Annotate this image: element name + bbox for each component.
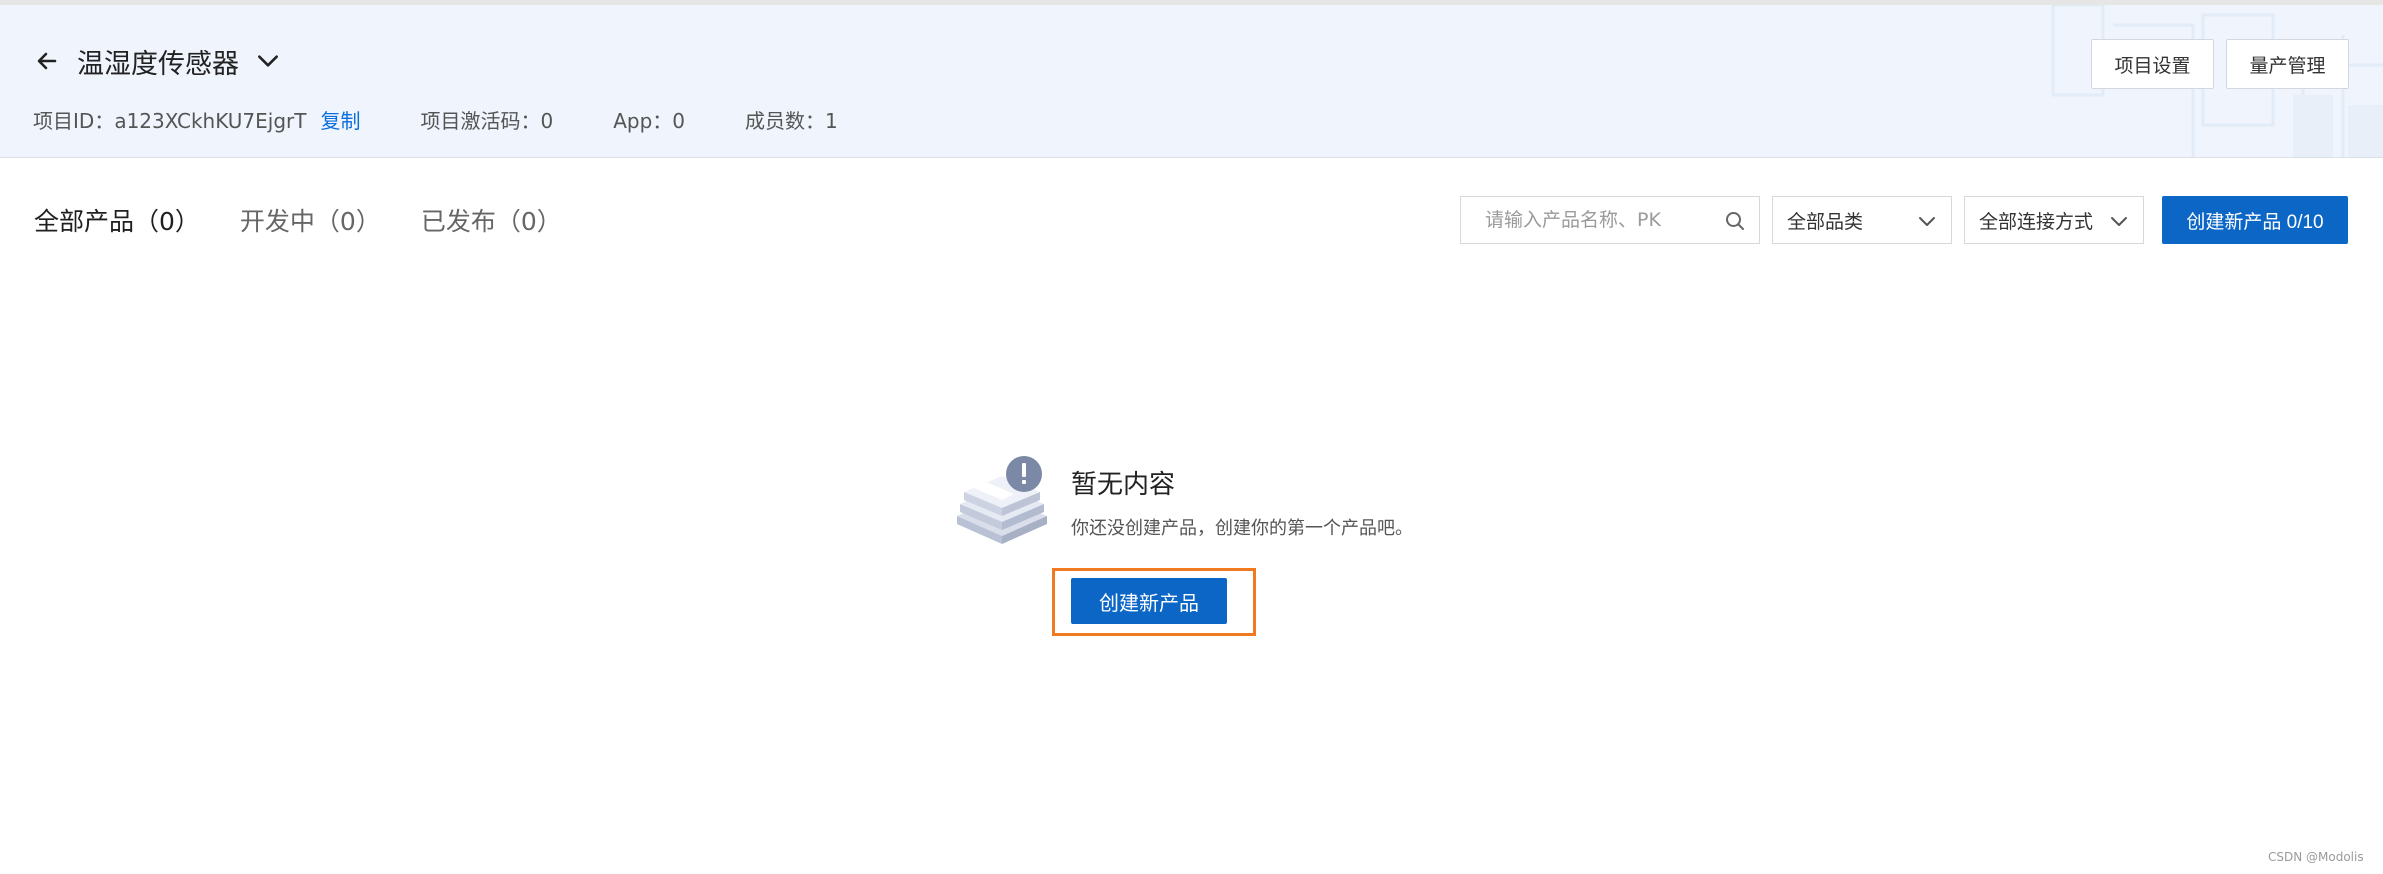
project-id-label: 项目ID： — [33, 108, 115, 133]
search-icon[interactable] — [1723, 209, 1747, 233]
app-label: App： — [613, 108, 673, 133]
project-id-value: a123XCkhKU7EjgrT — [114, 108, 307, 133]
activation-value: 0 — [540, 108, 554, 133]
connection-select[interactable]: 全部连接方式 — [1964, 196, 2144, 244]
caret-down-icon — [2111, 217, 2127, 226]
members-label: 成员数： — [745, 108, 826, 133]
chevron-down-icon[interactable] — [253, 46, 283, 76]
watermark: CSDN @Modolis — [2268, 850, 2364, 864]
title-row: 温湿度传感器 — [33, 39, 283, 83]
members-value: 1 — [825, 108, 838, 133]
copy-link[interactable]: 复制 — [320, 109, 360, 133]
search-box — [1460, 196, 1760, 244]
search-input[interactable] — [1485, 209, 1715, 231]
empty-box-icon — [957, 456, 1047, 544]
app-value: 0 — [672, 108, 686, 133]
tab-in-development[interactable]: 开发中（0） — [240, 202, 381, 238]
arrow-left-icon[interactable] — [33, 47, 61, 75]
create-product-toolbar-button[interactable]: 创建新产品 0/10 — [2162, 196, 2348, 244]
empty-state-description: 你还没创建产品，创建你的第一个产品吧。 — [1071, 518, 1413, 539]
tab-all-products[interactable]: 全部产品（0） — [34, 202, 200, 238]
empty-state-title: 暂无内容 — [1071, 470, 1176, 500]
project-id: 项目ID：a123XCkhKU7EjgrT 复制 — [33, 105, 360, 134]
create-product-button[interactable]: 创建新产品 — [1071, 578, 1227, 624]
caret-down-icon — [1919, 217, 1935, 226]
activation-code: 项目激活码：0 — [420, 105, 553, 134]
mass-production-button[interactable]: 量产管理 — [2226, 39, 2349, 89]
member-count: 成员数：1 — [745, 105, 838, 134]
project-settings-button[interactable]: 项目设置 — [2091, 39, 2214, 89]
project-header: 温湿度传感器 项目ID：a123XCkhKU7EjgrT 复制 项目激活码：0 A… — [0, 5, 2383, 158]
category-select-value: 全部品类 — [1787, 210, 1864, 233]
product-tabs: 全部产品（0） 开发中（0） 已发布（0） — [34, 198, 602, 242]
category-select[interactable]: 全部品类 — [1772, 196, 1952, 244]
activation-label: 项目激活码： — [420, 108, 541, 133]
project-title: 温湿度传感器 — [77, 48, 239, 80]
project-meta: 项目ID：a123XCkhKU7EjgrT 复制 项目激活码：0 App：0 成员… — [33, 103, 898, 135]
connection-select-value: 全部连接方式 — [1979, 210, 2094, 233]
app-count: App：0 — [613, 105, 685, 134]
tab-published[interactable]: 已发布（0） — [421, 202, 562, 238]
